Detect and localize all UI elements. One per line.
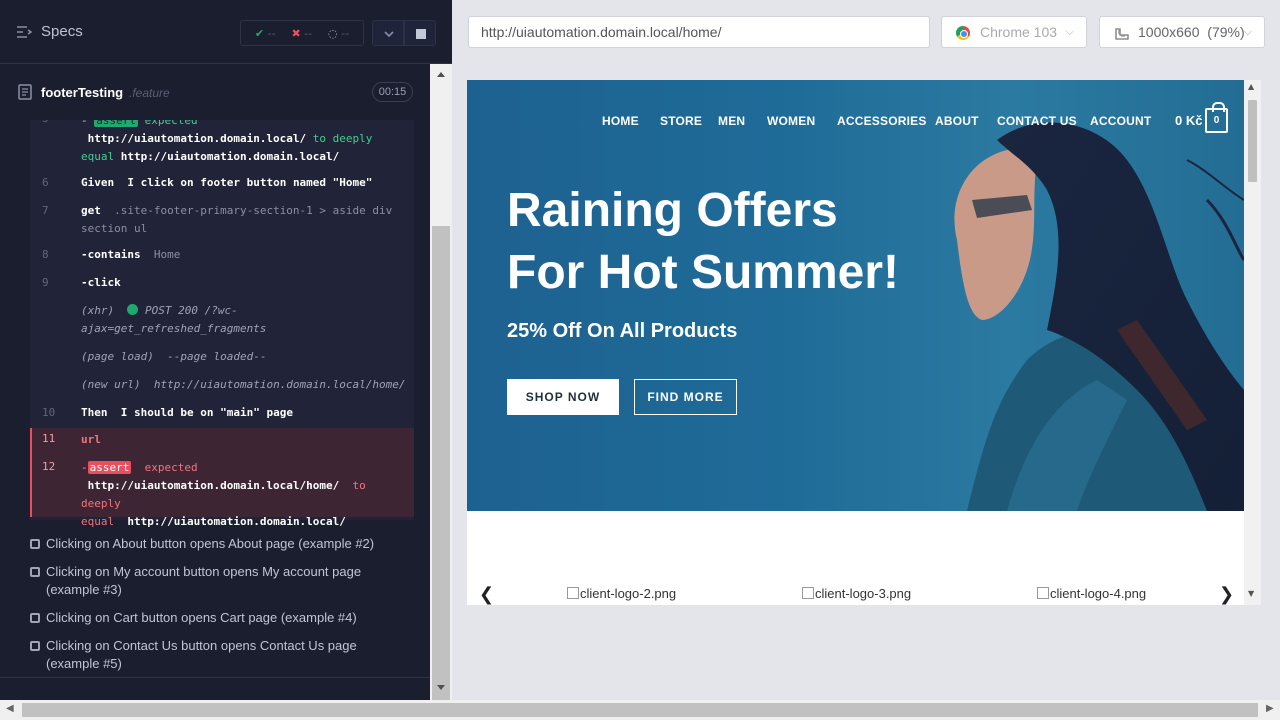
scroll-left-icon[interactable]: ◀ xyxy=(6,703,14,714)
failed-stat: ✖ -- xyxy=(291,26,313,40)
app-iframe: HOME STORE MEN WOMEN ACCESSORIES ABOUT C… xyxy=(467,80,1261,605)
chrome-icon xyxy=(956,26,970,40)
spec-timer: 00:15 xyxy=(372,82,413,102)
url-bar[interactable]: http://uiautomation.domain.local/home/ xyxy=(468,16,930,48)
test-status-icon xyxy=(30,613,40,623)
client-logos-carousel: ❮ client-logo-2.png client-logo-3.png cl… xyxy=(467,580,1244,605)
site-nav: HOME STORE MEN WOMEN ACCESSORIES ABOUT C… xyxy=(467,102,1244,134)
chevron-right-icon[interactable]: ❯ xyxy=(1219,584,1234,605)
command-row[interactable]: 7 get .site-footer-primary-section-1 > a… xyxy=(30,202,414,238)
app-preview-panel: http://uiautomation.domain.local/home/ C… xyxy=(452,0,1280,700)
hero-title-line2: For Hot Summer! xyxy=(507,246,900,299)
viewport-selector[interactable]: 1000x660 (79%) ⌵ xyxy=(1099,16,1265,48)
nav-account-link[interactable]: ACCOUNT xyxy=(1090,114,1151,128)
test-status-icon xyxy=(30,567,40,577)
command-row[interactable]: (new url) http://uiautomation.domain.loc… xyxy=(30,376,414,396)
scroll-down-icon[interactable]: ▼ xyxy=(1248,589,1254,598)
test-status-icon xyxy=(30,539,40,549)
chevron-left-icon[interactable]: ❮ xyxy=(479,584,494,605)
specs-panel: Specs ✔ -- ✖ -- ◌ -- footerTesting .feat… xyxy=(0,0,452,720)
assert-badge: assert xyxy=(87,461,132,474)
chevron-down-icon xyxy=(384,31,394,38)
broken-image-icon xyxy=(802,587,814,599)
app-root: Specs ✔ -- ✖ -- ◌ -- footerTesting .feat… xyxy=(0,0,1280,720)
hero-title-line1: Raining Offers xyxy=(507,184,838,237)
client-logo: client-logo-2.png xyxy=(567,586,676,601)
status-dot-icon xyxy=(127,304,139,315)
specs-scrollbar[interactable] xyxy=(430,64,452,720)
test-status-icon xyxy=(30,641,40,651)
scroll-down-icon[interactable] xyxy=(436,684,446,692)
hero-banner: HOME STORE MEN WOMEN ACCESSORIES ABOUT C… xyxy=(467,80,1244,511)
specs-menu-icon[interactable] xyxy=(16,24,32,40)
left-footer xyxy=(0,677,430,700)
iframe-scrollbar[interactable]: ▲ ▼ xyxy=(1244,80,1261,605)
assert-badge: assert xyxy=(94,120,138,127)
nav-home-link[interactable]: HOME xyxy=(602,114,639,128)
nav-contact-link[interactable]: CONTACT US xyxy=(997,114,1077,128)
pending-stat: ◌ -- xyxy=(327,26,350,40)
command-row[interactable]: 6 Given I click on footer button named "… xyxy=(30,174,414,194)
nav-store-link[interactable]: STORE xyxy=(660,114,702,128)
test-stats: ✔ -- ✖ -- ◌ -- xyxy=(240,20,364,46)
hero-subtitle: 25% Off On All Products xyxy=(507,320,738,342)
scroll-up-icon[interactable] xyxy=(436,70,446,78)
dropdown-button[interactable] xyxy=(372,20,404,46)
passed-stat: ✔ -- xyxy=(254,26,276,40)
document-icon xyxy=(18,84,32,100)
spec-file-row[interactable]: footerTesting .feature xyxy=(0,78,430,108)
broken-image-icon xyxy=(1037,587,1049,599)
pending-icon: ◌ xyxy=(327,26,338,40)
spec-file-name: footerTesting xyxy=(41,85,124,100)
command-row[interactable]: 10 Then I should be on "main" page xyxy=(30,404,414,424)
ruler-icon xyxy=(1115,28,1129,40)
command-row[interactable]: 9 -click xyxy=(30,274,414,294)
check-icon: ✔ xyxy=(254,26,265,40)
client-logo: client-logo-3.png xyxy=(802,586,911,601)
find-more-button[interactable]: FIND MORE xyxy=(634,379,737,415)
browser-selector[interactable]: Chrome 103 ⌵ xyxy=(941,16,1087,48)
scroll-up-icon[interactable]: ▲ xyxy=(1248,82,1254,91)
nav-about-link[interactable]: ABOUT xyxy=(935,114,979,128)
scroll-right-icon[interactable]: ▶ xyxy=(1266,703,1274,714)
specs-title: Specs xyxy=(41,23,83,40)
x-icon: ✖ xyxy=(291,26,301,40)
chevron-down-icon: ⌵ xyxy=(1065,26,1074,38)
client-logo: client-logo-4.png xyxy=(1037,586,1146,601)
stop-button[interactable] xyxy=(404,20,436,46)
broken-image-icon xyxy=(567,587,579,599)
command-row[interactable]: (page load) --page loaded-- xyxy=(30,348,414,368)
horizontal-scrollbar[interactable]: ◀ ▶ xyxy=(0,700,1280,720)
nav-accessories-link[interactable]: ACCESSORIES xyxy=(837,114,927,128)
hero-image xyxy=(954,122,1244,511)
specs-header: Specs ✔ -- ✖ -- ◌ -- xyxy=(0,0,452,64)
cart-bag-icon[interactable]: 0 xyxy=(1205,102,1228,133)
nav-men-link[interactable]: MEN xyxy=(718,114,745,128)
shop-now-button[interactable]: SHOP NOW xyxy=(507,379,619,415)
chevron-down-icon: ⌵ xyxy=(1243,26,1252,38)
command-row[interactable]: 8 -contains Home xyxy=(30,246,414,266)
spec-file-ext: .feature xyxy=(129,86,170,100)
scrollbar-thumb[interactable] xyxy=(22,703,1258,717)
cart-amount[interactable]: 0 Kč xyxy=(1175,113,1202,128)
scrollbar-thumb[interactable] xyxy=(432,226,450,720)
command-row[interactable]: 5 - assert expected http://uiautomation.… xyxy=(30,120,414,168)
scrollbar-thumb[interactable] xyxy=(1248,100,1257,182)
failed-command-block[interactable]: 11 url 12 - assert expected http://uiauto… xyxy=(30,428,414,528)
nav-women-link[interactable]: WOMEN xyxy=(767,114,815,128)
stop-icon xyxy=(416,29,426,39)
command-row[interactable]: (xhr) POST 200 /?wc-ajax=get_refreshed_f… xyxy=(30,302,414,338)
